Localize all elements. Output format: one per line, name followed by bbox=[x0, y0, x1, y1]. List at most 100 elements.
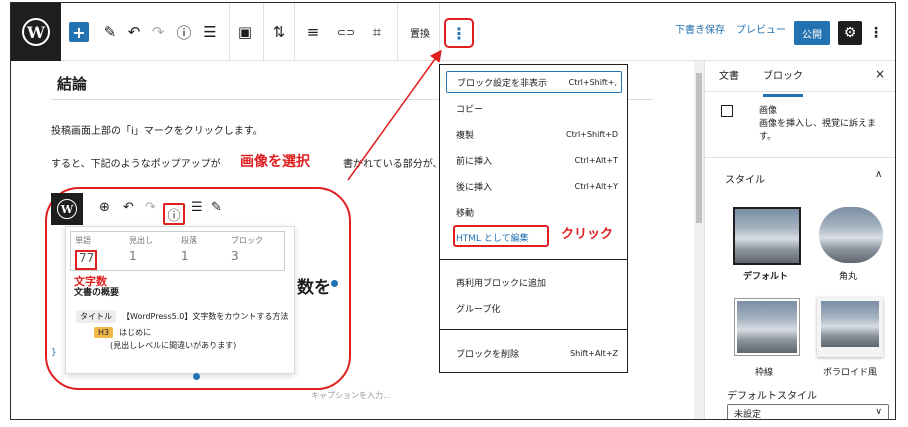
menu-item-label: ブロック設定を非表示 bbox=[457, 78, 548, 89]
link-icon[interactable]: ⊂⊃ bbox=[335, 20, 357, 44]
block-type-button[interactable]: W bbox=[51, 193, 83, 225]
brace-text: } bbox=[51, 348, 57, 358]
stat-value-paragraphs: 1 bbox=[181, 249, 189, 263]
menu-item-label: 後に挿入 bbox=[456, 182, 493, 193]
outline-item-title[interactable]: タイトル 【WordPress5.0】文字数をカウントする方法 bbox=[76, 310, 288, 323]
styles-panel-title[interactable]: スタイル bbox=[725, 171, 765, 186]
editor-window: W + ✎ ↶ ↷ ⓘ ☰ ▣ ⇅ ≡ ⊂⊃ ⌗ 置換 ⋮ 下書き保存 プレビュ… bbox=[10, 2, 896, 420]
menu-item-copy[interactable]: コピー bbox=[446, 97, 622, 119]
redo-icon[interactable]: ↷ bbox=[149, 20, 167, 44]
toolbar-divider bbox=[294, 3, 295, 61]
scrollbar-thumb[interactable] bbox=[696, 73, 702, 223]
list-view-icon[interactable]: ☰ bbox=[201, 20, 219, 44]
outline-h3-text: はじめに bbox=[119, 328, 152, 337]
menu-item-shortcut: Ctrl+Alt+Y bbox=[574, 181, 618, 191]
paragraph-block[interactable]: 投稿画面上部の「i」マークをクリックします。 bbox=[51, 122, 263, 137]
chevron-down-icon: ∨ bbox=[875, 407, 882, 417]
outline-h3-note: (見出しレベルに間違いがあります) bbox=[110, 341, 237, 350]
divider bbox=[705, 157, 895, 158]
annotation-select-image: 画像を選択 bbox=[240, 154, 310, 170]
info-icon[interactable]: ⓘ bbox=[175, 20, 193, 44]
image-block-icon[interactable]: ▣ bbox=[233, 20, 257, 44]
style-default-label: デフォルト bbox=[743, 272, 789, 282]
heading-fragment: 数を bbox=[297, 278, 331, 298]
toolbar-divider bbox=[229, 3, 230, 61]
style-border-thumbnail[interactable] bbox=[734, 298, 800, 356]
settings-gear-icon[interactable]: ⚙ bbox=[838, 21, 862, 45]
menu-item-add-reusable[interactable]: 再利用ブロックに追加 bbox=[446, 271, 622, 293]
stat-label-words: 単語 bbox=[75, 236, 91, 245]
preview-button[interactable]: プレビュー bbox=[736, 21, 786, 36]
menu-divider bbox=[440, 329, 627, 330]
chevron-up-icon[interactable]: ∧ bbox=[875, 169, 882, 180]
menu-item-insert-before[interactable]: 前に挿入 Ctrl+Alt+T bbox=[446, 149, 622, 171]
undo-icon[interactable]: ↶ bbox=[125, 20, 143, 44]
divider bbox=[705, 91, 895, 92]
menu-item-label: 前に挿入 bbox=[456, 156, 493, 167]
default-style-select[interactable]: 未設定 ∨ bbox=[727, 404, 889, 419]
outline-title-text: 【WordPress5.0】文字数をカウントする方法 bbox=[122, 312, 289, 321]
toolbar-divider bbox=[263, 3, 264, 61]
settings-sidebar: 文書 ブロック × 画像 画像を挿入し、視覚に訴えます。 スタイル ∧ デフォル… bbox=[704, 61, 895, 419]
wordpress-logo-icon: W bbox=[57, 199, 77, 219]
wordpress-logo-button[interactable]: W bbox=[11, 3, 61, 61]
save-draft-button[interactable]: 下書き保存 bbox=[675, 21, 725, 36]
menu-item-remove-block[interactable]: ブロックを削除 Shift+Alt+Z bbox=[446, 342, 622, 364]
pencil-icon[interactable]: ✎ bbox=[101, 20, 119, 44]
more-options-button[interactable]: ⋮ bbox=[444, 18, 474, 48]
menu-item-label: グループ化 bbox=[456, 304, 501, 315]
content-scrollbar[interactable] bbox=[694, 61, 704, 419]
menu-item-shortcut: Ctrl+Shift+D bbox=[566, 129, 618, 139]
style-border-label: 枠線 bbox=[755, 368, 774, 378]
stat-label-paragraphs: 段落 bbox=[181, 236, 197, 245]
content-stats: 単語 77 見出し 1 段落 1 ブロック 3 bbox=[70, 231, 285, 271]
tab-document[interactable]: 文書 bbox=[719, 67, 739, 82]
menu-item-duplicate[interactable]: 複製 Ctrl+Shift+D bbox=[446, 123, 622, 145]
align-icon[interactable]: ≡ bbox=[303, 20, 323, 44]
stat-label-blocks: ブロック bbox=[231, 236, 263, 245]
publish-button[interactable]: 公開 bbox=[794, 21, 830, 45]
menu-item-hide-settings[interactable]: ブロック設定を非表示 Ctrl+Shift+, bbox=[446, 71, 622, 93]
list-view-icon[interactable]: ☰ bbox=[191, 200, 203, 215]
stat-value-blocks: 3 bbox=[231, 249, 239, 263]
pencil-icon[interactable]: ✎ bbox=[211, 200, 222, 215]
stat-label-headings: 見出し bbox=[129, 236, 153, 245]
redo-icon[interactable]: ↷ bbox=[145, 200, 156, 215]
outline-item-h3[interactable]: H3 はじめに bbox=[94, 327, 151, 338]
title-tag: タイトル bbox=[76, 310, 116, 323]
menu-item-label: ブロックを削除 bbox=[456, 349, 520, 360]
menu-item-label: 再利用ブロックに追加 bbox=[456, 278, 547, 289]
menu-item-shortcut: Ctrl+Alt+T bbox=[574, 155, 618, 165]
wordpress-logo-icon: W bbox=[22, 18, 50, 46]
toolbar-divider bbox=[439, 3, 440, 61]
style-polaroid-thumbnail[interactable] bbox=[817, 297, 883, 357]
menu-item-label: コピー bbox=[456, 104, 484, 115]
heading-block[interactable]: 結論 bbox=[57, 73, 87, 94]
resize-handle[interactable] bbox=[331, 280, 338, 287]
add-icon[interactable]: ⊕ bbox=[99, 200, 110, 215]
info-button[interactable]: ⓘ bbox=[163, 203, 185, 225]
style-default-thumbnail[interactable] bbox=[733, 207, 801, 265]
close-icon[interactable]: × bbox=[875, 67, 885, 81]
menu-item-group[interactable]: グループ化 bbox=[446, 297, 622, 319]
menu-item-label: 移動 bbox=[456, 208, 475, 219]
block-description: 画像を挿入し、視覚に訴えます。 bbox=[759, 119, 877, 142]
add-block-button[interactable]: + bbox=[69, 22, 89, 42]
undo-icon[interactable]: ↶ bbox=[123, 200, 134, 215]
block-name: 画像 bbox=[759, 106, 778, 116]
paragraph-block-tail: 書かれている部分が、 bbox=[343, 159, 443, 170]
outline-title: 文書の概要 bbox=[74, 288, 120, 298]
options-menu-icon[interactable]: ⋮ bbox=[869, 21, 883, 45]
tab-block[interactable]: ブロック bbox=[763, 67, 803, 97]
resize-handle[interactable] bbox=[193, 373, 200, 380]
paragraph-block[interactable]: すると、下記のようなポップアップが bbox=[51, 155, 221, 170]
crop-icon[interactable]: ⌗ bbox=[367, 20, 387, 44]
move-up-down-icon[interactable]: ⇅ bbox=[269, 20, 289, 44]
menu-item-move[interactable]: 移動 bbox=[446, 201, 622, 223]
menu-item-label: 複製 bbox=[456, 130, 475, 141]
caption-input[interactable]: キャプションを入力... bbox=[311, 390, 391, 401]
menu-item-insert-after[interactable]: 後に挿入 Ctrl+Alt+Y bbox=[446, 175, 622, 197]
replace-button[interactable]: 置換 bbox=[405, 20, 435, 44]
info-popover: 単語 77 見出し 1 段落 1 ブロック 3 文字数 文書の概要 タイトル 【… bbox=[65, 226, 295, 374]
style-rounded-thumbnail[interactable] bbox=[819, 207, 883, 263]
